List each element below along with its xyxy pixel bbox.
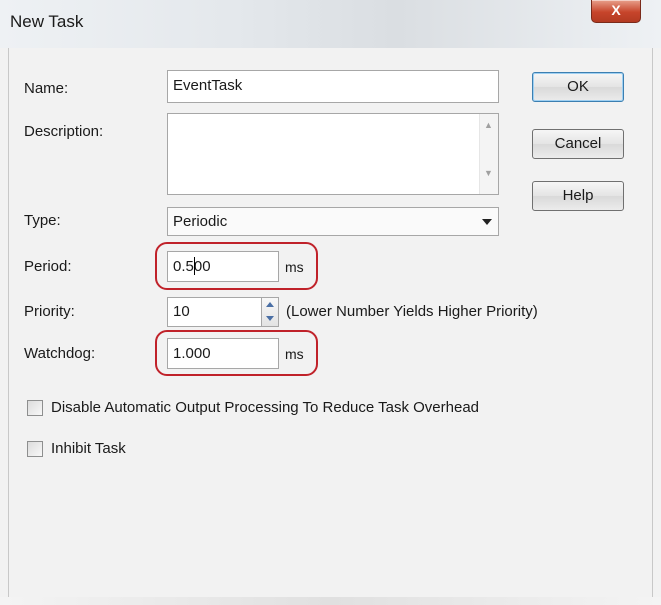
- watchdog-input[interactable]: 1.000: [167, 338, 279, 369]
- description-textarea[interactable]: [167, 113, 499, 195]
- disable-output-processing-checkbox[interactable]: [27, 400, 43, 416]
- close-button[interactable]: X: [591, 0, 641, 23]
- window-bottom-edge: [0, 597, 661, 605]
- watchdog-label: Watchdog:: [24, 345, 96, 362]
- new-task-dialog: New Task X Name: EventTask Description: …: [0, 0, 661, 605]
- scroll-up-arrow-icon[interactable]: ▲: [484, 120, 493, 130]
- priority-spinner[interactable]: [261, 298, 278, 326]
- text-cursor: [194, 257, 195, 275]
- close-icon: X: [611, 2, 621, 18]
- type-select[interactable]: Periodic: [167, 207, 499, 236]
- priority-value: 10: [173, 303, 190, 320]
- name-label: Name:: [24, 80, 69, 97]
- disable-output-processing-label[interactable]: Disable Automatic Output Processing To R…: [51, 399, 479, 416]
- type-label: Type:: [24, 212, 61, 229]
- period-input[interactable]: 0.500: [167, 251, 279, 282]
- title-bar[interactable]: New Task X: [0, 0, 661, 48]
- cancel-button[interactable]: Cancel: [532, 129, 624, 159]
- watchdog-unit: ms: [285, 346, 304, 362]
- spin-down-icon[interactable]: [262, 312, 278, 326]
- ok-button[interactable]: OK: [532, 72, 624, 102]
- watchdog-value: 1.000: [173, 345, 211, 362]
- inhibit-task-checkbox[interactable]: [27, 441, 43, 457]
- period-value: 0.500: [173, 258, 211, 275]
- priority-hint: (Lower Number Yields Higher Priority): [286, 303, 538, 320]
- chevron-down-icon[interactable]: [482, 219, 492, 225]
- description-scrollbar[interactable]: ▲ ▼: [479, 114, 498, 194]
- description-label: Description:: [24, 123, 104, 140]
- inhibit-task-label[interactable]: Inhibit Task: [51, 440, 126, 457]
- period-unit: ms: [285, 259, 304, 275]
- dialog-title: New Task: [10, 12, 84, 31]
- name-input[interactable]: EventTask: [167, 70, 499, 103]
- spin-up-icon[interactable]: [262, 298, 278, 312]
- type-selected-value: Periodic: [173, 213, 228, 230]
- priority-label: Priority:: [24, 303, 75, 320]
- period-label: Period:: [24, 258, 72, 275]
- help-button[interactable]: Help: [532, 181, 624, 211]
- scroll-down-arrow-icon[interactable]: ▼: [484, 168, 493, 178]
